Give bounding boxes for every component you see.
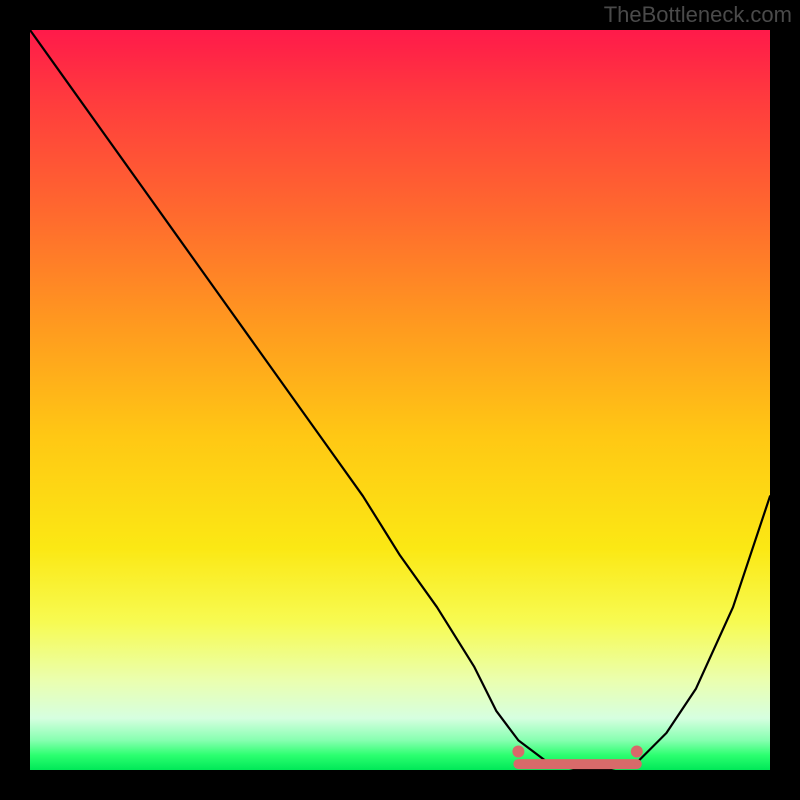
chart-svg <box>30 30 770 770</box>
optimal-range-start-dot <box>512 746 524 758</box>
bottleneck-curve <box>30 30 770 770</box>
watermark-text: TheBottleneck.com <box>604 2 792 28</box>
chart-plot-area <box>30 30 770 770</box>
optimal-range-end-dot <box>631 746 643 758</box>
